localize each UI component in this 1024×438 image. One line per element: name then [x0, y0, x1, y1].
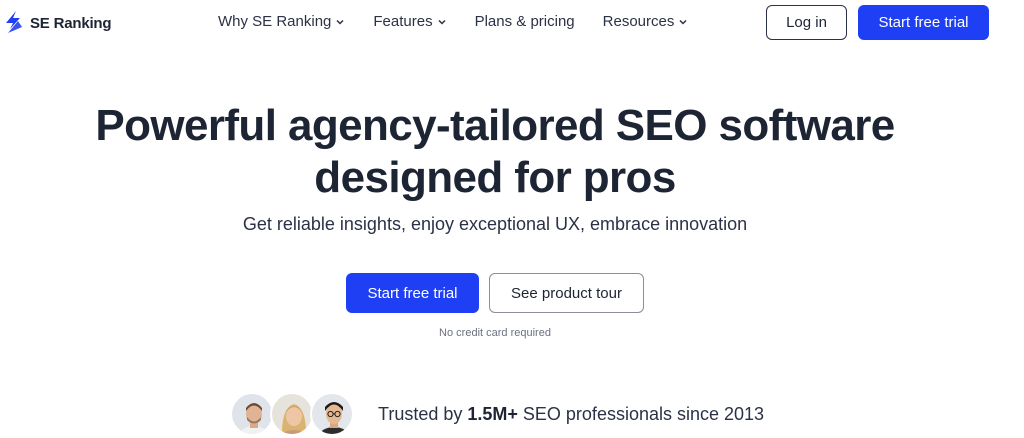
- se-ranking-logo-icon: [6, 11, 22, 33]
- trusted-by-text: Trusted by 1.5M+ SEO professionals since…: [378, 404, 764, 425]
- site-header: SE Ranking Why SE Ranking Features Plans…: [0, 0, 1024, 44]
- hero-title: Powerful agency-tailored SEO software de…: [0, 100, 990, 204]
- hero-subtitle: Get reliable insights, enjoy exceptional…: [242, 214, 748, 234]
- trusted-count: 1.5M+: [467, 404, 518, 424]
- product-tour-button[interactable]: See product tour: [489, 273, 644, 313]
- hero-start-trial-button[interactable]: Start free trial: [346, 273, 479, 313]
- nav-item-resources[interactable]: Resources: [603, 13, 689, 30]
- no-credit-card-note: No credit card required: [439, 327, 551, 339]
- nav-item-label: Why SE Ranking: [218, 13, 332, 30]
- hero-title-line-2: designed for pros: [314, 153, 676, 202]
- nav-item-label: Features: [373, 13, 433, 30]
- nav-item-label: Plans & pricing: [474, 13, 575, 30]
- nav-item-plans-pricing[interactable]: Plans & pricing: [475, 13, 575, 30]
- se-ranking-logo[interactable]: SE Ranking: [4, 9, 112, 37]
- nav-item-features[interactable]: Features: [373, 13, 446, 30]
- header-start-trial-button[interactable]: Start free trial: [858, 5, 989, 40]
- trusted-prefix: Trusted by: [378, 404, 468, 424]
- user-avatar-man-beard: [230, 392, 274, 436]
- chevron-down-icon: [336, 19, 344, 25]
- login-button[interactable]: Log in: [766, 5, 847, 40]
- chevron-down-icon: [679, 19, 687, 25]
- trusted-suffix: SEO professionals since 2013: [517, 404, 765, 424]
- nav-item-label: Resources: [602, 13, 675, 30]
- user-avatar-woman-blonde: [270, 392, 314, 436]
- brand-name: SE Ranking: [30, 14, 112, 32]
- chevron-down-icon: [438, 19, 446, 25]
- nav-item-why-se-ranking[interactable]: Why SE Ranking: [218, 13, 345, 30]
- main-nav: Why SE Ranking Features Plans & pricing …: [218, 13, 688, 30]
- hero-title-line-1: Powerful agency-tailored SEO software: [95, 101, 895, 150]
- user-avatar-man-glasses: [310, 392, 354, 436]
- user-avatars: [230, 392, 354, 436]
